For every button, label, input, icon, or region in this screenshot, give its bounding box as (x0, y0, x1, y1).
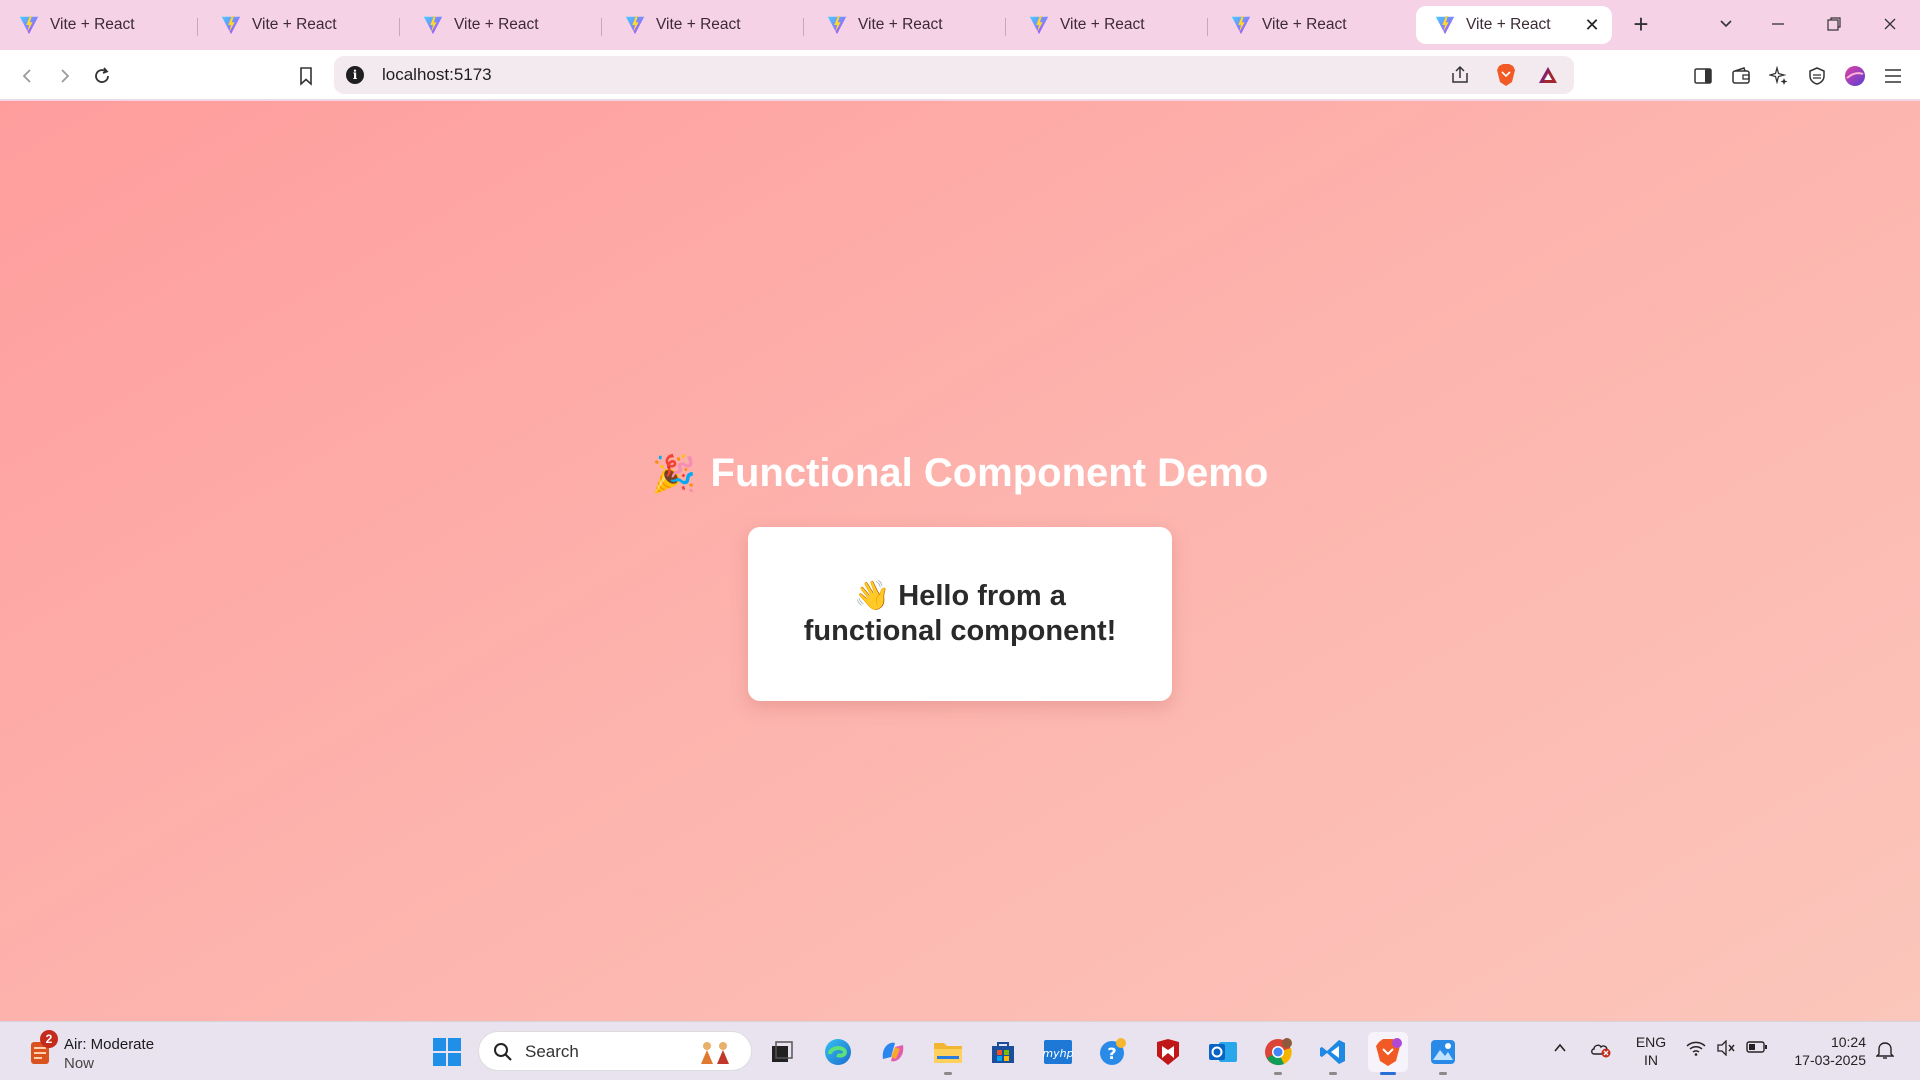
outlook-icon[interactable] (1203, 1032, 1243, 1072)
chrome-icon[interactable] (1258, 1032, 1298, 1075)
svg-text:?: ? (1107, 1044, 1116, 1063)
tab-title: Vite + React (1262, 16, 1347, 33)
weather-subtitle: Now (64, 1055, 95, 1072)
brave-shields-icon[interactable] (1494, 63, 1518, 87)
taskbar-search[interactable]: Search (478, 1031, 752, 1071)
mcafee-icon[interactable] (1148, 1032, 1188, 1072)
vite-logo-icon (827, 15, 847, 35)
notification-badge: 2 (40, 1030, 58, 1048)
reload-button[interactable] (86, 60, 118, 92)
clock-time: 10:24 (1830, 1034, 1866, 1050)
brave-rewards-icon[interactable] (1536, 63, 1560, 87)
browser-tab[interactable]: Vite + React (808, 6, 1006, 44)
address-url[interactable]: localhost:5173 (382, 65, 492, 85)
battery-icon[interactable] (1746, 1040, 1768, 1057)
windows-taskbar: 2 Air: Moderate Now Search myhp ? ENG IN… (0, 1021, 1920, 1080)
profile-avatar-icon[interactable] (1842, 63, 1868, 89)
card-message: 👋 Hello from a functional component! (790, 579, 1130, 649)
vite-logo-icon (1231, 15, 1251, 35)
vite-logo-icon (625, 15, 645, 35)
tab-title: Vite + React (1060, 16, 1145, 33)
page-heading-text: Functional Component Demo (710, 451, 1269, 495)
bookmark-icon[interactable] (290, 60, 322, 92)
close-window-button[interactable] (1870, 8, 1910, 40)
forward-button[interactable] (48, 60, 80, 92)
wifi-icon[interactable] (1686, 1040, 1706, 1059)
browser-tab[interactable]: Vite + React (404, 6, 602, 44)
task-view-icon[interactable] (762, 1032, 802, 1072)
tab-search-chevron-icon[interactable] (1706, 8, 1746, 40)
new-tab-button[interactable]: + (1626, 10, 1656, 40)
microsoft-store-icon[interactable] (983, 1032, 1023, 1072)
tab-title: Vite + React (252, 16, 337, 33)
copilot-icon[interactable] (873, 1032, 913, 1072)
onedrive-error-icon[interactable] (1590, 1040, 1612, 1061)
brave-browser-icon[interactable] (1368, 1032, 1408, 1075)
page-heading: 🎉 Functional Component Demo (0, 451, 1920, 496)
get-help-icon[interactable]: ? (1093, 1032, 1133, 1072)
browser-tab[interactable]: Vite + React (202, 6, 400, 44)
tab-title: Vite + React (1466, 16, 1551, 33)
weather-widget[interactable]: 2 Air: Moderate Now (24, 1030, 194, 1074)
tab-strip: Vite + React Vite + React Vite + React V… (0, 0, 1920, 50)
myhp-icon[interactable]: myhp (1038, 1032, 1078, 1072)
notification-bell-icon[interactable] (1875, 1040, 1895, 1063)
page-viewport: 🎉 Functional Component Demo 👋 Hello from … (0, 101, 1920, 1021)
leo-ai-icon[interactable] (1766, 63, 1792, 89)
browser-tab-active[interactable]: Vite + React ✕ (1416, 6, 1612, 44)
language-region: IN (1644, 1052, 1658, 1068)
show-hidden-icons-chevron-icon[interactable] (1552, 1040, 1568, 1059)
card-message-text: Hello from a functional component! (803, 580, 1117, 647)
vite-logo-icon (19, 15, 39, 35)
clock-date: 17-03-2025 (1794, 1052, 1866, 1068)
system-clock[interactable]: 10:24 17-03-2025 (1782, 1033, 1866, 1069)
vpn-shield-icon[interactable] (1804, 63, 1830, 89)
photos-icon[interactable] (1423, 1032, 1463, 1075)
address-bar[interactable]: i localhost:5173 (334, 56, 1574, 94)
party-popper-emoji: 🎉 (651, 453, 697, 494)
file-explorer-icon[interactable] (928, 1032, 968, 1075)
edge-browser-icon[interactable] (818, 1032, 858, 1072)
wallet-icon[interactable] (1728, 63, 1754, 89)
search-highlight-icon (701, 1042, 729, 1064)
site-info-icon[interactable]: i (346, 66, 364, 84)
tab-title: Vite + React (50, 16, 135, 33)
tab-title: Vite + React (858, 16, 943, 33)
search-icon (494, 1043, 512, 1061)
minimize-button[interactable] (1758, 8, 1798, 40)
waving-hand-emoji: 👋 (854, 580, 891, 612)
sidebar-toggle-icon[interactable] (1690, 63, 1716, 89)
browser-toolbar: i localhost:5173 (0, 50, 1920, 100)
search-placeholder: Search (525, 1042, 579, 1061)
volume-muted-icon[interactable] (1716, 1039, 1736, 1059)
vscode-icon[interactable] (1313, 1032, 1353, 1075)
vite-logo-icon (221, 15, 241, 35)
menu-hamburger-icon[interactable] (1880, 63, 1906, 89)
svg-text:myhp: myhp (1043, 1047, 1073, 1060)
restore-button[interactable] (1814, 8, 1854, 40)
browser-tab[interactable]: Vite + React (606, 6, 804, 44)
browser-tab[interactable]: Vite + React (0, 6, 198, 44)
share-icon[interactable] (1448, 63, 1472, 87)
browser-tab[interactable]: Vite + React (1212, 6, 1408, 44)
vite-logo-icon (1029, 15, 1049, 35)
vite-logo-icon (423, 15, 443, 35)
input-language[interactable]: ENG IN (1634, 1033, 1668, 1069)
start-button[interactable] (427, 1032, 467, 1072)
tab-title: Vite + React (656, 16, 741, 33)
message-card: 👋 Hello from a functional component! (748, 527, 1172, 701)
back-button[interactable] (12, 60, 44, 92)
tab-title: Vite + React (454, 16, 539, 33)
close-tab-icon[interactable]: ✕ (1582, 15, 1602, 35)
language-code: ENG (1635, 1034, 1667, 1050)
browser-tab[interactable]: Vite + React (1010, 6, 1208, 44)
vite-logo-icon (1435, 15, 1455, 35)
weather-title: Air: Moderate (64, 1036, 155, 1053)
